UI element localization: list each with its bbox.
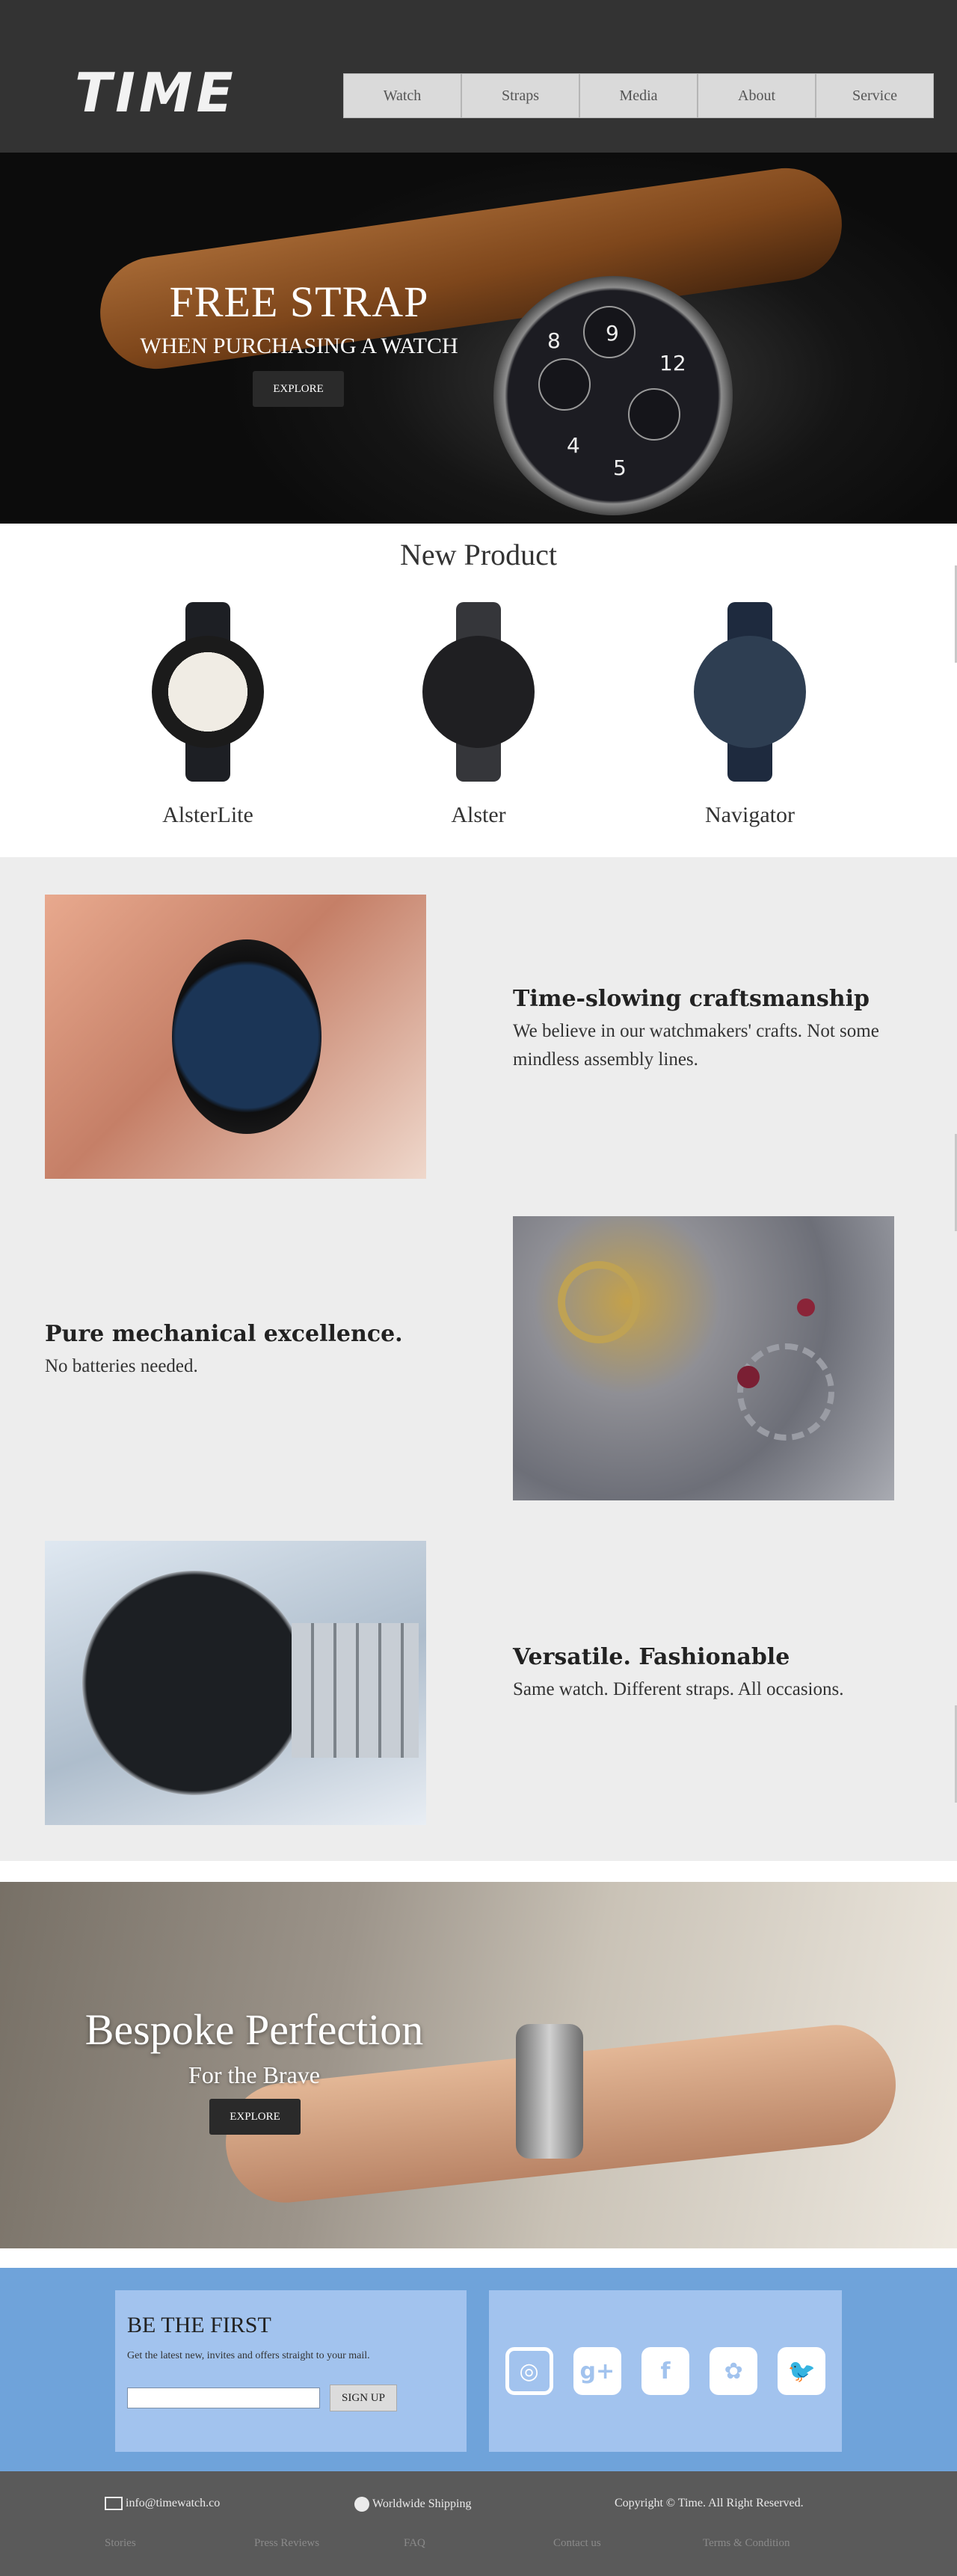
- footer-email[interactable]: info@timewatch.co: [105, 2497, 220, 2510]
- feature-text-mechanical: Pure mechanical excellence. No batteries…: [45, 1319, 434, 1381]
- hero-subtitle: WHEN PURCHASING A WATCH: [140, 334, 458, 358]
- product-card-alster[interactable]: Alster: [381, 602, 576, 828]
- footer-shipping: Worldwide Shipping: [354, 2497, 471, 2512]
- newsletter-panel: BE THE FIRST Get the latest new, invites…: [115, 2290, 467, 2452]
- dial-number: 9: [606, 321, 619, 346]
- feature-title: Pure mechanical excellence.: [45, 1321, 403, 1347]
- site-header: TIME Watch Straps Media About Service: [0, 0, 957, 153]
- product-name: Alster: [451, 803, 506, 827]
- footer-link-press-reviews[interactable]: Press Reviews: [254, 2537, 319, 2550]
- nav-media[interactable]: Media: [579, 73, 698, 118]
- feature-title: Time-slowing craftsmanship: [513, 986, 870, 1012]
- nav-watch[interactable]: Watch: [343, 73, 461, 118]
- newsletter-email-input[interactable]: [127, 2388, 320, 2408]
- dial-number: 5: [613, 456, 627, 480]
- feature-body: No batteries needed.: [45, 1356, 198, 1376]
- main-nav: Watch Straps Media About Service: [343, 73, 934, 118]
- site-footer: info@timewatch.co Worldwide Shipping Cop…: [0, 2471, 957, 2576]
- features-section: Time-slowing craftsmanship We believe in…: [0, 857, 957, 1861]
- product-image: [381, 602, 576, 782]
- instagram-icon[interactable]: ◎: [505, 2347, 553, 2395]
- product-card-alsterlite[interactable]: AlsterLite: [111, 602, 305, 828]
- nav-straps[interactable]: Straps: [461, 73, 579, 118]
- footer-email-text: info@timewatch.co: [126, 2497, 221, 2509]
- bespoke-banner: Bespoke Perfection For the Brave EXPLORE: [0, 1882, 957, 2248]
- nav-about[interactable]: About: [698, 73, 816, 118]
- product-name: Navigator: [705, 803, 795, 827]
- dial-number: 4: [567, 433, 580, 458]
- hero-banner: 8 9 12 4 5 FREE STRAP WHEN PURCHASING A …: [0, 153, 957, 524]
- footer-shipping-text: Worldwide Shipping: [372, 2497, 472, 2510]
- snapchat-icon[interactable]: ✿: [710, 2347, 758, 2395]
- bespoke-watch-image: [516, 2024, 583, 2159]
- feature-title: Versatile. Fashionable: [513, 1644, 790, 1670]
- social-panel: ◎ g+ f ✿ 🐦: [489, 2290, 842, 2452]
- newsletter-title: BE THE FIRST: [127, 2313, 271, 2337]
- watch-subdial: [538, 358, 591, 411]
- watch-case: [422, 636, 535, 748]
- watch-case: [152, 636, 264, 748]
- bespoke-explore-button[interactable]: EXPLORE: [209, 2099, 301, 2135]
- product-image: [111, 602, 305, 782]
- facebook-icon[interactable]: f: [641, 2347, 689, 2395]
- footer-link-terms[interactable]: Terms & Condition: [703, 2537, 790, 2550]
- nav-service[interactable]: Service: [816, 73, 934, 118]
- google-plus-icon[interactable]: g+: [573, 2347, 621, 2395]
- feature-image-craftsmanship: [45, 895, 426, 1179]
- signup-button[interactable]: SIGN UP: [330, 2385, 397, 2411]
- watch-case: [694, 636, 806, 748]
- product-name: AlsterLite: [162, 803, 253, 827]
- site-logo[interactable]: TIME: [75, 63, 237, 123]
- product-card-navigator[interactable]: Navigator: [653, 602, 847, 828]
- feature-text-versatile: Versatile. Fashionable Same watch. Diffe…: [513, 1643, 902, 1704]
- newsletter-text: Get the latest new, invites and offers s…: [127, 2350, 370, 2361]
- footer-copyright: Copyright © Time. All Right Reserved.: [615, 2497, 804, 2510]
- feature-image-gears: [513, 1216, 894, 1500]
- hero-title: FREE STRAP: [169, 277, 429, 326]
- footer-link-stories[interactable]: Stories: [105, 2537, 136, 2550]
- footer-link-contact[interactable]: Contact us: [553, 2537, 601, 2550]
- product-image: [653, 602, 847, 782]
- hero-explore-button[interactable]: EXPLORE: [253, 371, 344, 407]
- footer-link-faq[interactable]: FAQ: [404, 2537, 425, 2550]
- watch-subdial: [628, 388, 680, 441]
- feature-body: We believe in our watchmakers' crafts. N…: [513, 1021, 879, 1070]
- feature-text-craftsmanship: Time-slowing craftsmanship We believe in…: [513, 984, 902, 1074]
- section-title: New Product: [400, 538, 557, 571]
- bespoke-subtitle: For the Brave: [188, 2061, 320, 2088]
- new-product-section: New Product AlsterLite Alster Navigator: [0, 524, 957, 857]
- feature-image-steel-watch: [45, 1541, 426, 1825]
- newsletter-section: BE THE FIRST Get the latest new, invites…: [0, 2268, 957, 2471]
- mail-icon: [105, 2497, 123, 2510]
- copyright-text: Copyright © Time. All Right Reserved.: [615, 2497, 804, 2509]
- bespoke-title: Bespoke Perfection: [84, 2005, 424, 2054]
- dial-number: 12: [659, 351, 686, 375]
- globe-icon: [354, 2497, 369, 2512]
- feature-body: Same watch. Different straps. All occasi…: [513, 1679, 844, 1699]
- twitter-icon[interactable]: 🐦: [778, 2347, 826, 2395]
